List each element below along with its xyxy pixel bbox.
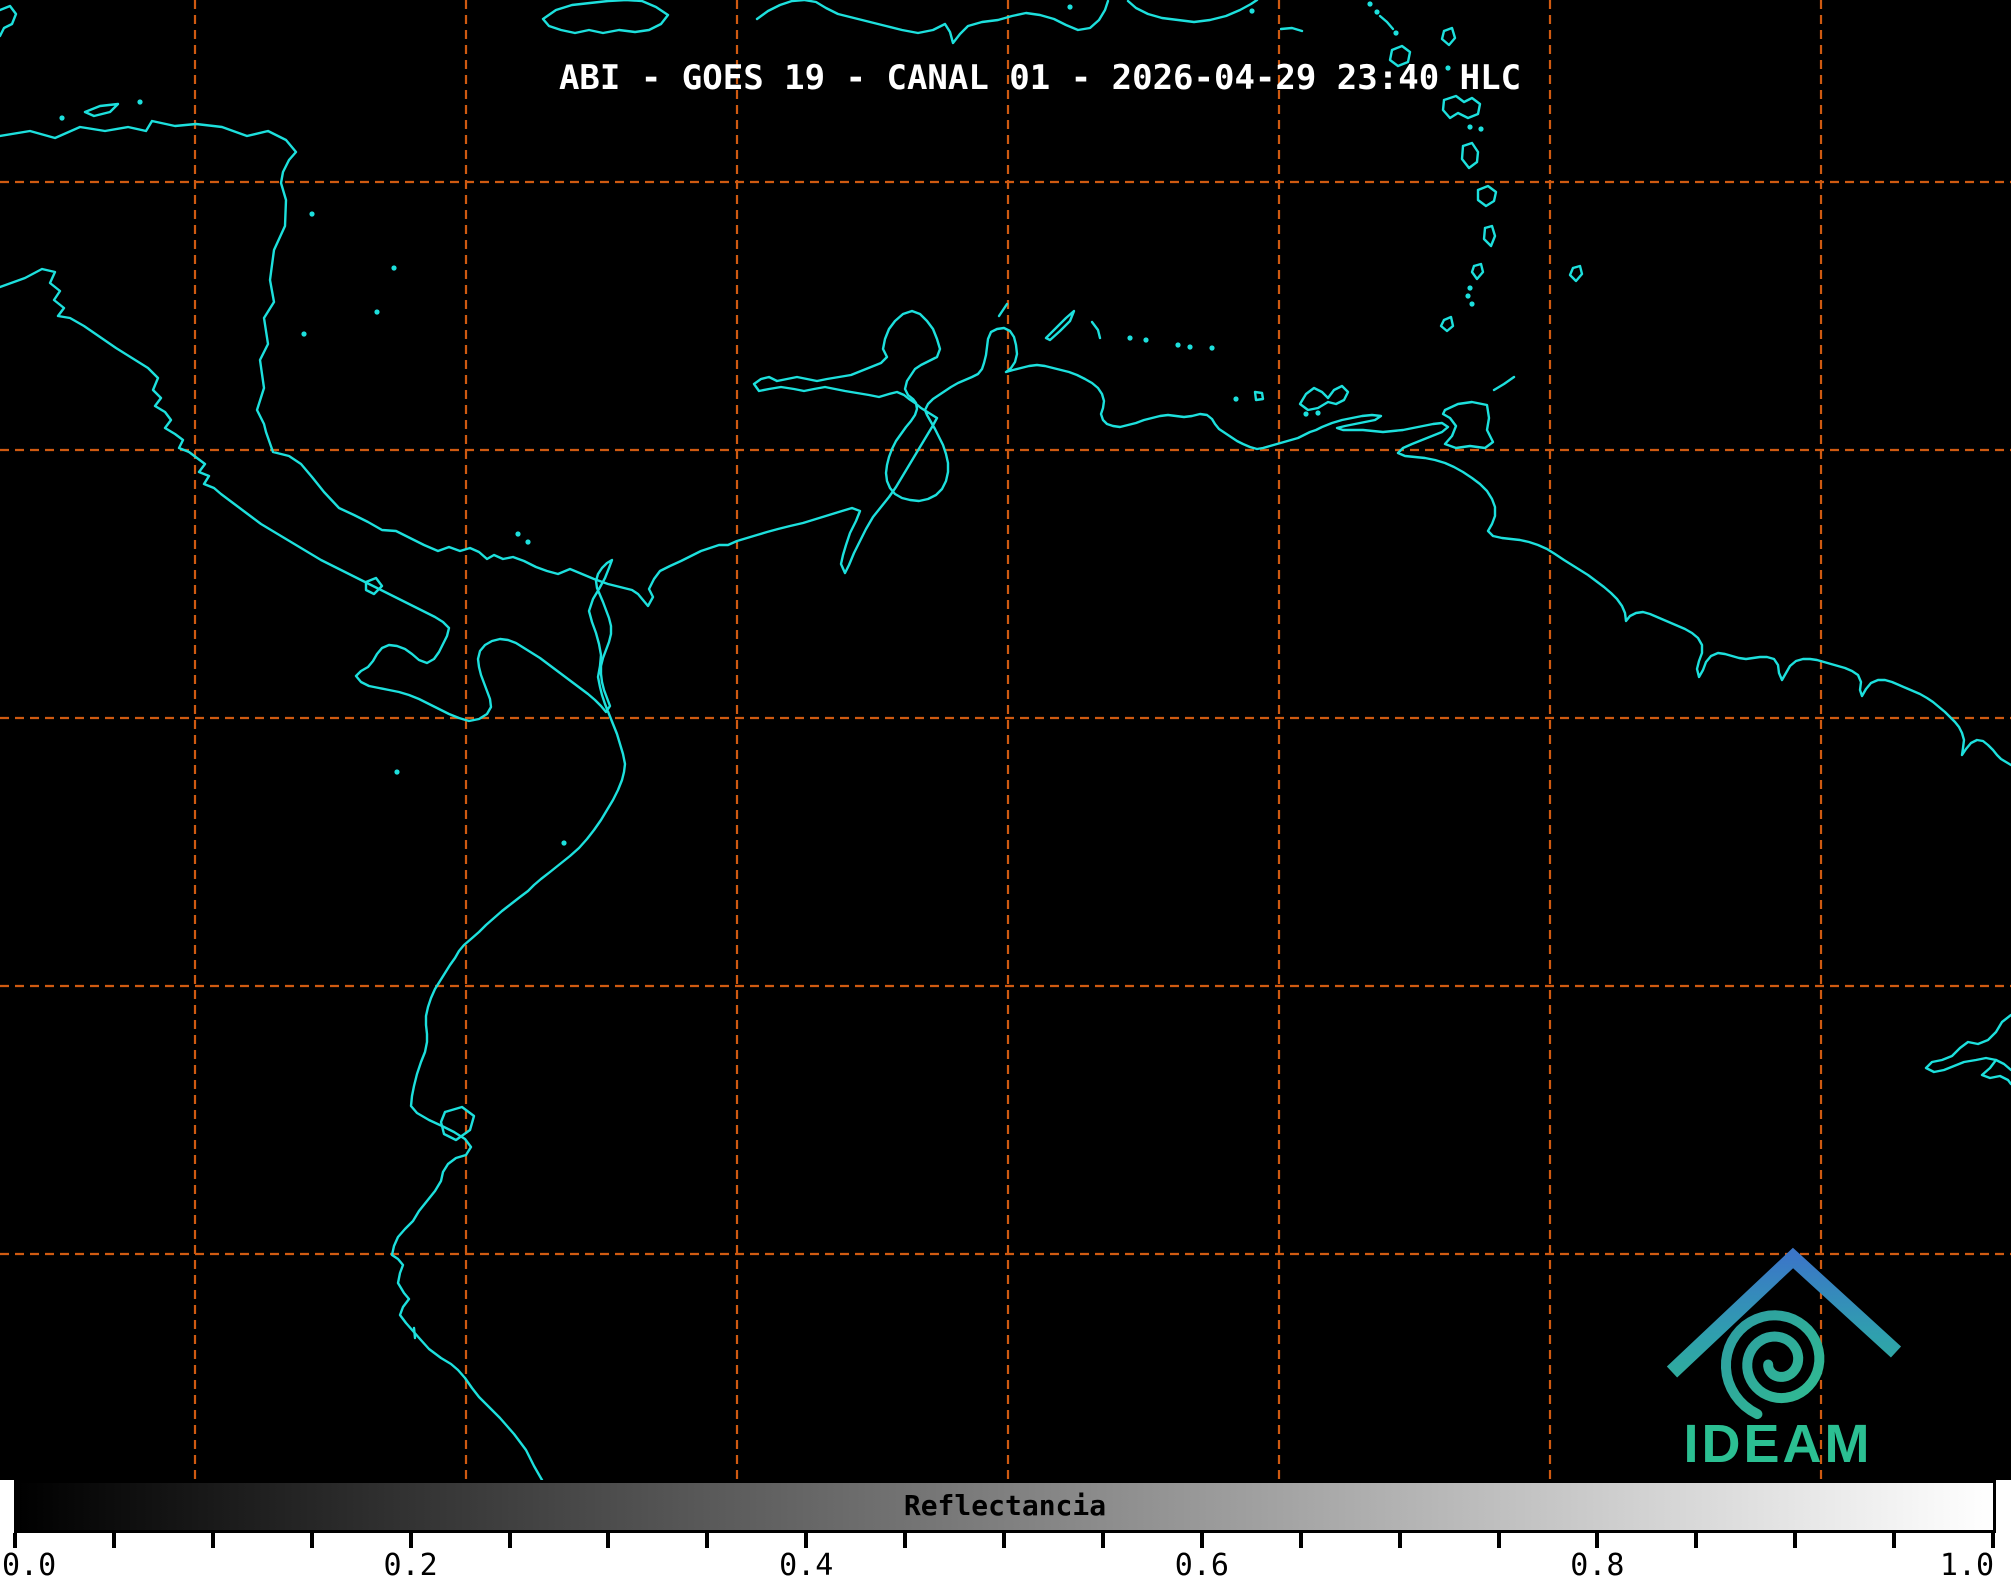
- coastline-path: [1281, 28, 1302, 31]
- colorbar-tick: [508, 1533, 512, 1548]
- coastline-path: [1982, 1060, 2011, 1084]
- island-dot: [1467, 124, 1472, 129]
- island-dot: [1367, 1, 1372, 6]
- island-dot: [1469, 301, 1474, 306]
- coastline-path: [1255, 392, 1263, 400]
- colorbar-tick-label: 1.0: [1940, 1548, 1994, 1577]
- map-canvas: IDEAM: [0, 0, 2011, 1480]
- island-dot: [394, 769, 399, 774]
- colorbar-tick: [1398, 1533, 1402, 1548]
- colorbar-strip: Reflectancia 0.0 0.2 0.4 0.6 0.8 1.0: [0, 1480, 2011, 1577]
- colorbar-tick-label: 0.2: [384, 1548, 438, 1577]
- colorbar-tick: [211, 1533, 215, 1548]
- colorbar-tick-label: 0.4: [779, 1548, 833, 1577]
- island-dot: [1175, 342, 1180, 347]
- colorbar-tick: [1299, 1533, 1303, 1548]
- island-dot: [561, 840, 566, 845]
- coastline-path: [999, 304, 1007, 316]
- island-dot: [1467, 285, 1472, 290]
- island-dot: [515, 531, 520, 536]
- island-dot: [59, 115, 64, 120]
- island-dot: [1249, 8, 1254, 13]
- colorbar-tick: [1595, 1533, 1599, 1548]
- coastline-path: [1442, 28, 1455, 45]
- coastline-path: [1300, 386, 1348, 410]
- island-dot: [1393, 30, 1398, 35]
- ideam-logo: IDEAM: [1672, 1258, 1896, 1474]
- map-area: IDEAM ABI - GOES 19 - CANAL 01 - 2026-04…: [0, 0, 2011, 1480]
- island-dot: [1478, 126, 1483, 131]
- island-dot: [301, 331, 306, 336]
- coastlines: [0, 0, 2011, 1480]
- coastline-path: [543, 0, 668, 33]
- island-dot: [137, 99, 142, 104]
- colorbar-tick-label: 0.8: [1570, 1548, 1624, 1577]
- coastline-path: [757, 0, 1108, 43]
- product-title: ABI - GOES 19 - CANAL 01 - 2026-04-29 23…: [559, 58, 1521, 98]
- coastline-path: [414, 1328, 415, 1338]
- colorbar-tick: [1892, 1533, 1896, 1548]
- island-dot: [1187, 344, 1192, 349]
- colorbar-tick: [1694, 1533, 1698, 1548]
- island-dot: [1465, 293, 1470, 298]
- island-dot: [1143, 337, 1148, 342]
- coastline-path: [1478, 186, 1496, 206]
- coastline-path: [1128, 0, 1257, 22]
- colorbar-tick: [1002, 1533, 1006, 1548]
- colorbar-tick: [310, 1533, 314, 1548]
- coastline-path: [1484, 226, 1495, 246]
- colorbar-tick: [1793, 1533, 1797, 1548]
- coastline-path: [1441, 317, 1453, 331]
- coastline-path: [85, 104, 118, 116]
- colorbar-tick: [1497, 1533, 1501, 1548]
- colorbar-tick-label: 0.6: [1175, 1548, 1229, 1577]
- coastline-path: [1380, 16, 1393, 29]
- coastline-path: [1443, 402, 1493, 448]
- colorbar-tick: [903, 1533, 907, 1548]
- colorbar-tick: [13, 1533, 17, 1548]
- coastline-path: [0, 6, 16, 36]
- coastline-path: [0, 121, 2011, 765]
- coastline-path: [1926, 1015, 2011, 1072]
- colorbar-tick: [409, 1533, 413, 1548]
- island-dot: [525, 539, 530, 544]
- island-dot: [1315, 410, 1320, 415]
- colorbar-tick: [1101, 1533, 1105, 1548]
- island-dot: [391, 265, 396, 270]
- coastline-path: [1570, 266, 1582, 281]
- coastline-path: [1472, 264, 1483, 279]
- logo-hurricane-swirl-icon: [1726, 1315, 1819, 1414]
- coastline-path: [1443, 96, 1480, 118]
- logo-wordmark: IDEAM: [1684, 1414, 1873, 1474]
- island-dot: [1127, 335, 1132, 340]
- coastline-path: [1046, 311, 1074, 340]
- colorbar-tick: [606, 1533, 610, 1548]
- colorbar-tick: [1200, 1533, 1204, 1548]
- colorbar-tick-label: 0.0: [2, 1548, 56, 1577]
- island-dot: [309, 211, 314, 216]
- satellite-product-screen: IDEAM ABI - GOES 19 - CANAL 01 - 2026-04…: [0, 0, 2011, 1577]
- colorbar-tick: [112, 1533, 116, 1548]
- colorbar-tick: [804, 1533, 808, 1548]
- island-dot: [1209, 345, 1214, 350]
- island-dot: [1303, 411, 1308, 416]
- colorbar-tick: [1991, 1533, 1995, 1548]
- island-dot: [1067, 4, 1072, 9]
- coastline-path: [1494, 377, 1514, 390]
- island-dot: [1233, 396, 1238, 401]
- colorbar-label: Reflectancia: [14, 1480, 1996, 1533]
- coastline-path: [1092, 322, 1100, 338]
- coastline-path: [1462, 143, 1478, 168]
- colorbar-tick: [705, 1533, 709, 1548]
- island-dot: [374, 309, 379, 314]
- island-dot: [1374, 9, 1379, 14]
- graticule-gridlines: [0, 0, 2011, 1480]
